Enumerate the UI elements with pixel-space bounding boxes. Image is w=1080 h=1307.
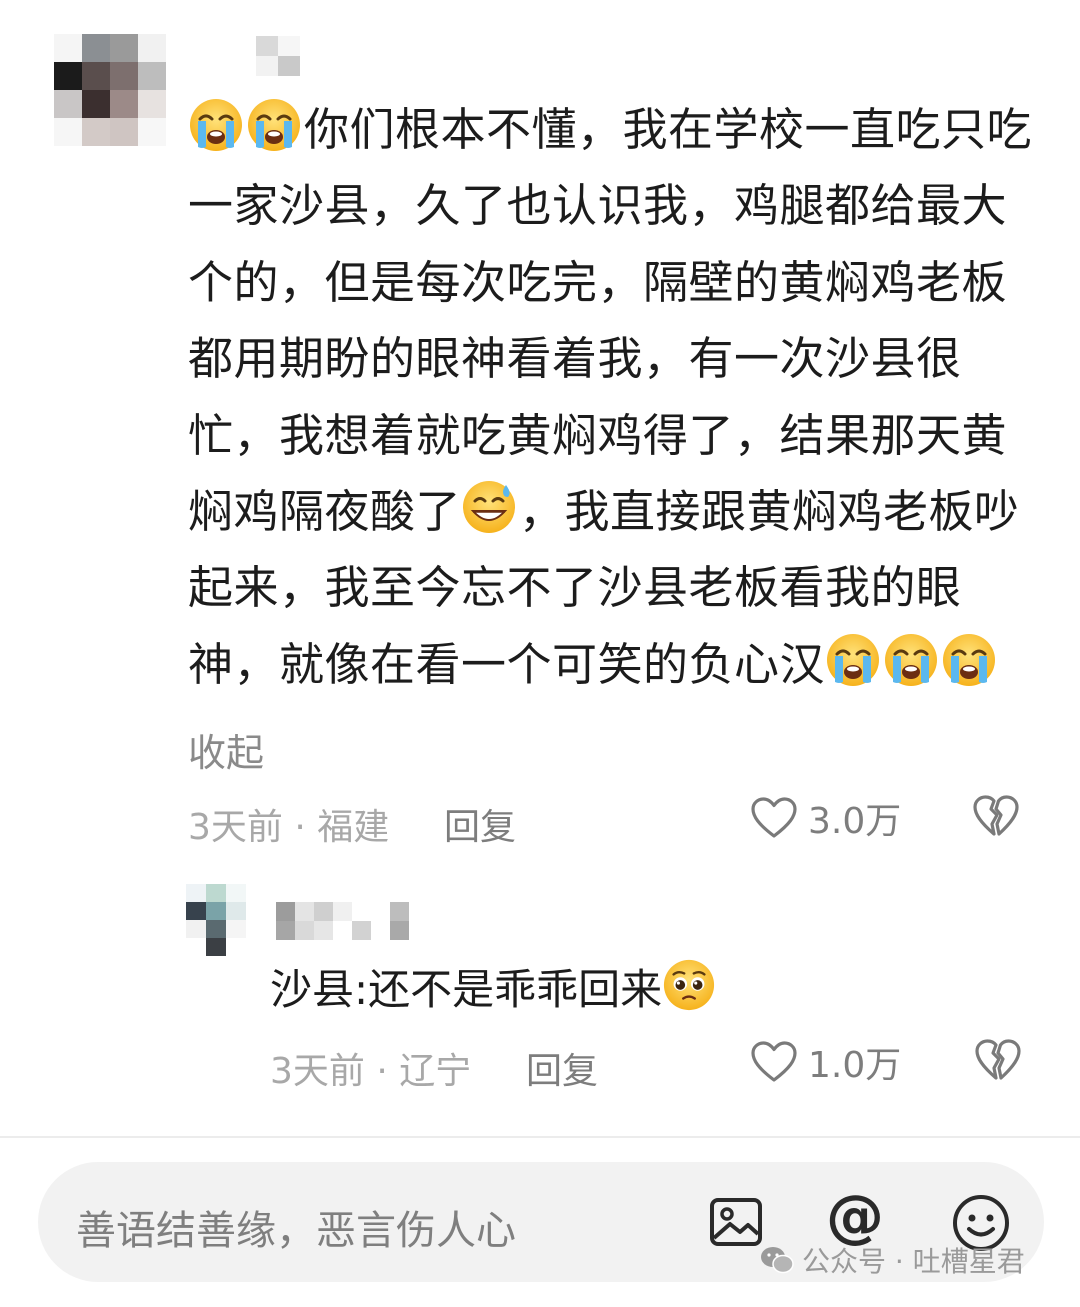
- comment-meta: 3天前 · 福建 回复 3.0万: [188, 792, 1038, 848]
- crying-emoji-icon: [825, 632, 881, 688]
- comment-line: 焖鸡隔夜酸了 ，我直接跟黄焖鸡老板吵: [188, 474, 1048, 550]
- crying-emoji-icon: [246, 97, 302, 153]
- comment-line: 你们根本不懂，我在学校一直吃只吃: [188, 92, 1048, 168]
- comment-screen: 你们根本不懂，我在学校一直吃只吃 一家沙县，久了也认识我，鸡腿都给最大 个的，但…: [0, 0, 1080, 1307]
- watermark: 公众号 · 吐槽星君: [760, 1240, 1025, 1280]
- comment-line: 神，就像在看一个可笑的负心汉: [188, 627, 1048, 703]
- reply-text: 沙县:还不是乖乖回来: [270, 958, 718, 1022]
- reply-username-blurred: [276, 902, 428, 940]
- broken-heart-icon: [972, 794, 1020, 838]
- collapse-button[interactable]: 收起: [188, 722, 264, 777]
- heart-icon: [750, 796, 798, 840]
- reply-button[interactable]: 回复: [444, 798, 516, 850]
- username-blurred: [256, 36, 300, 76]
- comment-line-text: 焖鸡隔夜酸了: [188, 484, 462, 538]
- reply-avatar[interactable]: [186, 884, 246, 956]
- watermark-text: 公众号 · 吐槽星君: [802, 1245, 1025, 1278]
- timestamp-location: 3天前 · 辽宁: [270, 1051, 472, 1092]
- like-button[interactable]: 1.0万: [750, 1036, 901, 1088]
- mention-icon[interactable]: @: [826, 1184, 886, 1248]
- like-count: 1.0万: [808, 1045, 902, 1086]
- comment-line: 都用期盼的眼神看着我，有一次沙县很: [188, 332, 962, 386]
- timestamp-location: 3天前 · 福建: [188, 807, 390, 848]
- comment-line: 一家沙县，久了也认识我，鸡腿都给最大: [188, 179, 1008, 233]
- heart-icon: [750, 1040, 798, 1084]
- like-count: 3.0万: [808, 801, 902, 842]
- pleading-emoji-icon: [662, 958, 716, 1012]
- comment-line: 个的，但是每次吃完，隔壁的黄焖鸡老板: [188, 255, 1008, 309]
- comment-line: 起来，我至今忘不了沙县老板看我的眼: [188, 561, 962, 615]
- image-icon[interactable]: [706, 1192, 766, 1252]
- comment-line: 忙，我想着就吃黄焖鸡得了，结果那天黄: [188, 408, 1008, 462]
- comment-line-text: ，我直接跟黄焖鸡老板吵: [519, 484, 1020, 538]
- crying-emoji-icon: [188, 97, 244, 153]
- reply-button[interactable]: 回复: [526, 1042, 598, 1094]
- dislike-button[interactable]: [974, 1038, 1022, 1091]
- like-button[interactable]: 3.0万: [750, 792, 901, 844]
- comment-line-text: 神，就像在看一个可笑的负心汉: [188, 637, 826, 691]
- broken-heart-icon: [974, 1038, 1022, 1082]
- reply-meta: 3天前 · 辽宁 回复 1.0万: [270, 1036, 1040, 1092]
- comment-line-text: 你们根本不懂，我在学校一直吃只吃: [304, 103, 1033, 156]
- divider: [0, 1136, 1080, 1138]
- wechat-icon: [761, 1247, 794, 1274]
- comment-text: 你们根本不懂，我在学校一直吃只吃 一家沙县，久了也认识我，鸡腿都给最大 个的，但…: [188, 92, 1048, 703]
- crying-emoji-icon: [941, 632, 997, 688]
- crying-emoji-icon: [883, 632, 939, 688]
- dislike-button[interactable]: [972, 794, 1020, 847]
- comment-input-placeholder[interactable]: 善语结善缘，恶言伤人心: [76, 1198, 516, 1256]
- avatar[interactable]: [54, 34, 166, 146]
- reply-text-content: 沙县:还不是乖乖回来: [270, 965, 663, 1014]
- sweat-smile-emoji-icon: [461, 479, 517, 535]
